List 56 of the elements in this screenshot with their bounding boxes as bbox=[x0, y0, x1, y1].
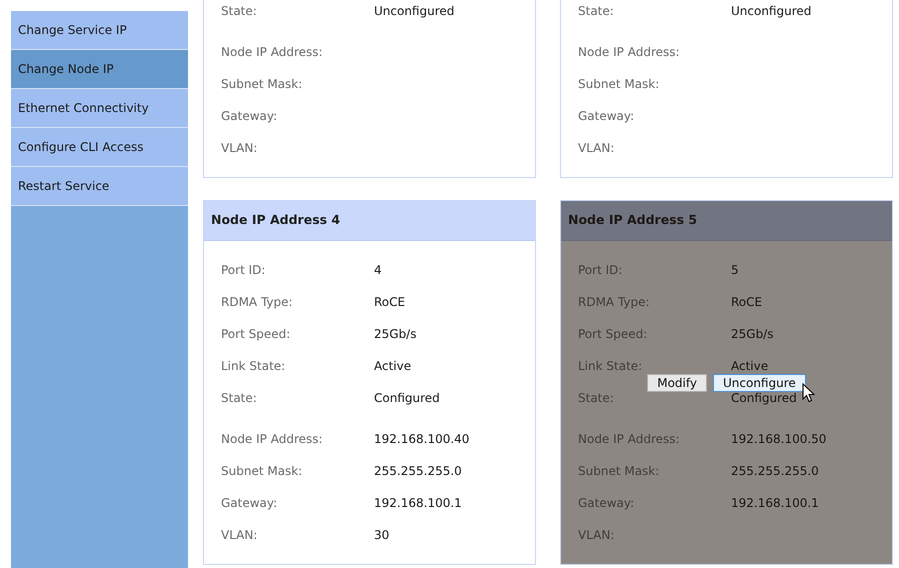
field-label: Node IP Address: bbox=[578, 45, 680, 59]
field-label: Port ID: bbox=[578, 263, 622, 277]
field-label: VLAN: bbox=[221, 141, 258, 155]
field-value: RoCE bbox=[374, 294, 406, 311]
field-value: Active bbox=[731, 358, 768, 375]
field-value: 25Gb/s bbox=[374, 326, 416, 343]
field-label: RDMA Type: bbox=[578, 295, 650, 309]
field-value: 192.168.100.1 bbox=[374, 495, 462, 512]
field-value: 192.168.100.1 bbox=[731, 495, 819, 512]
field-value: 192.168.100.50 bbox=[731, 431, 826, 448]
field-label: State: bbox=[578, 4, 614, 18]
field-label: Subnet Mask: bbox=[578, 464, 660, 478]
field-label: Gateway: bbox=[578, 109, 634, 123]
field-value: 4 bbox=[374, 262, 382, 279]
field-value: RoCE bbox=[731, 294, 762, 311]
field-label: State: bbox=[221, 391, 257, 405]
field-label: Node IP Address: bbox=[221, 432, 323, 446]
sidebar-item[interactable]: Configure CLI Access bbox=[11, 128, 188, 167]
field-value: Unconfigured bbox=[731, 3, 812, 20]
field-label: Port Speed: bbox=[221, 327, 290, 341]
field-value: 5 bbox=[731, 262, 739, 279]
field-value: 255.255.255.0 bbox=[731, 463, 819, 480]
field-label: RDMA Type: bbox=[221, 295, 293, 309]
field-label: Subnet Mask: bbox=[221, 77, 302, 91]
field-label: Subnet Mask: bbox=[221, 464, 302, 478]
field-value: 25Gb/s bbox=[731, 326, 774, 343]
field-value: 30 bbox=[374, 527, 390, 544]
field-value: 192.168.100.40 bbox=[374, 431, 470, 448]
field-label: State: bbox=[221, 4, 257, 18]
sidebar-item[interactable]: Change Node IP bbox=[11, 50, 188, 89]
field-label: Node IP Address: bbox=[578, 432, 680, 446]
field-label: Port ID: bbox=[221, 263, 266, 277]
sidebar-item[interactable]: Ethernet Connectivity bbox=[11, 89, 188, 128]
card-header: Node IP Address 4 bbox=[204, 201, 535, 241]
sidebar-item[interactable]: Change Service IP bbox=[11, 11, 188, 50]
field-label: State: bbox=[578, 391, 614, 405]
field-label: Gateway: bbox=[221, 109, 278, 123]
field-value: Configured bbox=[731, 390, 797, 407]
field-label: VLAN: bbox=[221, 528, 258, 542]
field-label: Gateway: bbox=[221, 496, 278, 510]
sidebar-item[interactable]: Restart Service bbox=[11, 167, 188, 206]
card-header: Node IP Address 5 bbox=[561, 201, 892, 241]
field-label: Node IP Address: bbox=[221, 45, 323, 59]
field-value: 255.255.255.0 bbox=[374, 463, 462, 480]
field-label: VLAN: bbox=[578, 528, 614, 542]
field-label: Link State: bbox=[221, 359, 286, 373]
field-label: Link State: bbox=[578, 359, 642, 373]
field-value: Active bbox=[374, 358, 412, 375]
action-button[interactable]: Modify bbox=[647, 374, 707, 392]
field-value: Unconfigured bbox=[374, 3, 454, 20]
field-label: VLAN: bbox=[578, 141, 614, 155]
field-label: Port Speed: bbox=[578, 327, 648, 341]
field-label: Subnet Mask: bbox=[578, 77, 660, 91]
field-label: Gateway: bbox=[578, 496, 634, 510]
cursor-icon bbox=[802, 382, 815, 402]
field-value: Configured bbox=[374, 390, 440, 407]
